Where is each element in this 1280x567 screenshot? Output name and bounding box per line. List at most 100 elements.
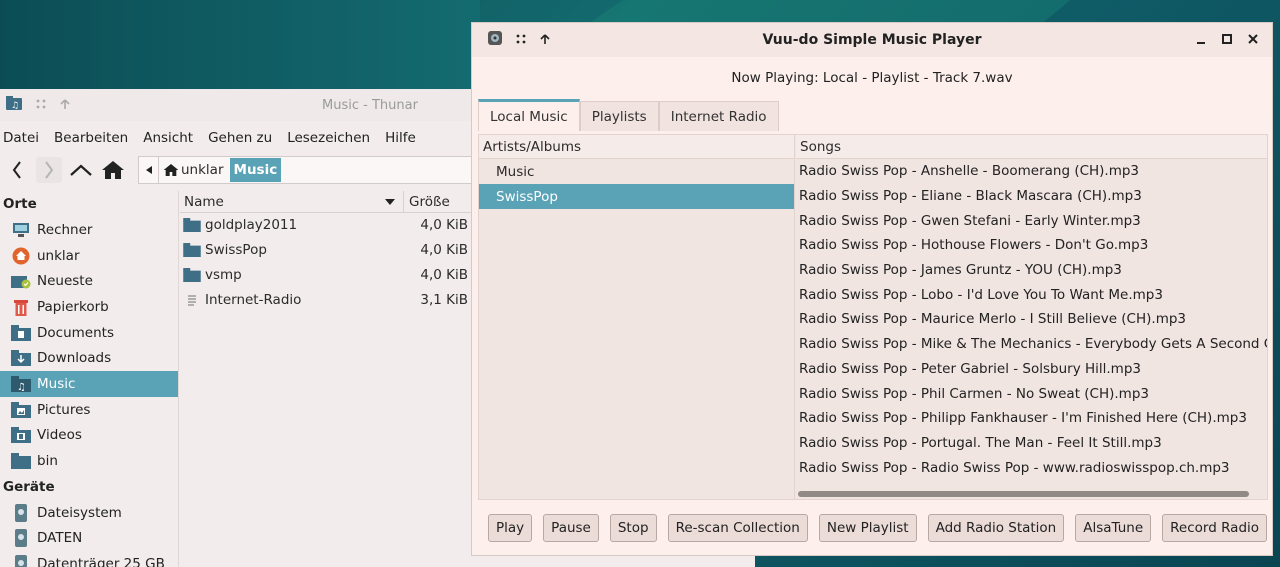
back-button[interactable] [4, 157, 30, 183]
videos-folder-icon [11, 426, 31, 444]
new-playlist-button[interactable]: New Playlist [818, 514, 917, 542]
sidebar-item-rechner[interactable]: Rechner [0, 217, 178, 243]
minimize-icon[interactable] [1196, 32, 1206, 48]
songs-header[interactable]: Songs [796, 135, 1267, 159]
song-row[interactable]: Radio Swiss Pop - Mike & The Mechanics -… [796, 332, 1267, 357]
sticky-icon[interactable] [36, 98, 46, 113]
thunar-window-title: Music - Thunar [322, 97, 418, 113]
play-button[interactable]: Play [488, 514, 533, 542]
keep-above-icon[interactable] [540, 33, 550, 48]
sidebar-item-dateisystem[interactable]: Dateisystem [0, 500, 178, 526]
close-icon[interactable] [1248, 32, 1258, 48]
song-row[interactable]: Radio Swiss Pop - Philipp Fankhauser - I… [796, 406, 1267, 431]
menu-datei[interactable]: Datei [3, 130, 39, 146]
sidebar-item-label: Datenträger 25 GB [37, 556, 165, 567]
sidebar-item-label: unklar [37, 247, 80, 264]
song-row[interactable]: Radio Swiss Pop - Phil Carmen - No Sweat… [796, 381, 1267, 406]
sidebar-item-papierkorb[interactable]: Papierkorb [0, 294, 178, 320]
parent-folder-button[interactable] [68, 157, 94, 183]
tab-internet-radio[interactable]: Internet Radio [658, 101, 779, 131]
sidebar-item-bin[interactable]: bin [0, 448, 178, 474]
sidebar-item-pictures[interactable]: Pictures [0, 397, 178, 423]
artists-albums-header[interactable]: Artists/Albums [479, 135, 794, 159]
add-radio-station-button[interactable]: Add Radio Station [927, 514, 1065, 542]
file-size: 4,0 KiB [420, 242, 468, 259]
maximize-icon[interactable] [1222, 32, 1232, 48]
menu-bearbeiten[interactable]: Bearbeiten [54, 130, 128, 146]
sticky-icon[interactable] [516, 33, 526, 48]
sidebar-header-places: Orte [3, 196, 37, 212]
file-row[interactable]: goldplay2011 4,0 KiB [180, 213, 471, 238]
stop-button[interactable]: Stop [609, 514, 657, 542]
thunar-sidebar: Orte Rechner unklar Neueste Papierkorb D… [0, 191, 179, 567]
music-folder-icon: ♫ [11, 375, 31, 393]
column-header-name[interactable]: Name [180, 191, 404, 212]
player-app-icon[interactable] [488, 31, 502, 49]
file-size: 4,0 KiB [420, 266, 468, 283]
rescan-collection-button[interactable]: Re-scan Collection [667, 514, 808, 542]
pause-button[interactable]: Pause [543, 514, 599, 542]
pathbar-scroll-left-button[interactable] [139, 157, 159, 183]
now-playing-label: Now Playing: Local - Playlist - Track 7.… [731, 70, 1013, 86]
file-name: Internet-Radio [205, 291, 302, 308]
menu-lesezeichen[interactable]: Lesezeichen [287, 130, 370, 146]
record-radio-button[interactable]: Record Radio [1162, 514, 1268, 542]
sidebar-item-downloads[interactable]: Downloads [0, 345, 178, 371]
svg-text:♫: ♫ [11, 101, 19, 110]
drive-icon [11, 529, 31, 548]
thunar-app-icon[interactable]: ♫ [6, 96, 22, 114]
window-controls [1196, 32, 1258, 48]
folder-icon [11, 452, 31, 470]
path-crumb-home[interactable]: unklar [159, 157, 228, 183]
sidebar-item-documents[interactable]: Documents [0, 320, 178, 346]
player-tabs: Local Music Playlists Internet Radio [472, 99, 1272, 131]
desktop-wallpaper-band [0, 0, 480, 90]
artist-row-swisspop[interactable]: SwissPop [479, 184, 794, 209]
forward-button[interactable] [36, 157, 62, 183]
sidebar-item-daten[interactable]: DATEN [0, 526, 178, 552]
file-name: goldplay2011 [205, 217, 298, 234]
songs-horizontal-scrollbar[interactable] [798, 491, 1249, 497]
menu-ansicht[interactable]: Ansicht [143, 130, 193, 146]
song-row[interactable]: Radio Swiss Pop - Lobo - I'd Love You To… [796, 282, 1267, 307]
file-list: Name Größe goldplay2011 4,0 KiB SwissPop… [180, 191, 471, 567]
song-row[interactable]: Radio Swiss Pop - Gwen Stefani - Early W… [796, 208, 1267, 233]
sidebar-item-label: Neueste [37, 273, 93, 290]
alsatune-button[interactable]: AlsaTune [1075, 514, 1152, 542]
song-row[interactable]: Radio Swiss Pop - Anshelle - Boomerang (… [796, 159, 1267, 184]
song-row[interactable]: Radio Swiss Pop - Eliane - Black Mascara… [796, 184, 1267, 209]
artist-row-music[interactable]: Music [479, 159, 794, 184]
home-button[interactable] [100, 157, 126, 183]
documents-folder-icon [11, 324, 31, 342]
sidebar-item-neueste[interactable]: Neueste [0, 268, 178, 294]
tab-local-music[interactable]: Local Music [478, 99, 580, 131]
song-row[interactable]: Radio Swiss Pop - Maurice Merlo - I Stil… [796, 307, 1267, 332]
file-row[interactable]: SwissPop 4,0 KiB [180, 238, 471, 263]
tab-playlists[interactable]: Playlists [579, 101, 659, 131]
song-row[interactable]: Radio Swiss Pop - Portugal. The Man - Fe… [796, 431, 1267, 456]
file-size: 3,1 KiB [420, 291, 468, 308]
sidebar-item-videos[interactable]: Videos [0, 423, 178, 449]
file-row[interactable]: Internet-Radio 3,1 KiB [180, 287, 471, 312]
song-row[interactable]: Radio Swiss Pop - James Gruntz - YOU (CH… [796, 258, 1267, 283]
sidebar-item-label: Documents [37, 324, 114, 341]
menu-gehen-zu[interactable]: Gehen zu [208, 130, 272, 146]
sidebar-item-label: Dateisystem [37, 504, 122, 521]
drive-icon [11, 503, 31, 522]
sidebar-item-music[interactable]: ♫ Music [0, 371, 178, 397]
sidebar-item-unklar[interactable]: unklar [0, 243, 178, 269]
file-row[interactable]: vsmp 4,0 KiB [180, 263, 471, 288]
computer-icon [11, 221, 31, 239]
keep-above-icon[interactable] [60, 98, 70, 113]
song-row[interactable]: Radio Swiss Pop - Peter Gabriel - Solsbu… [796, 357, 1267, 382]
path-crumb-music[interactable]: Music [229, 158, 282, 182]
menu-hilfe[interactable]: Hilfe [385, 130, 416, 146]
recent-icon [11, 272, 31, 290]
column-header-size[interactable]: Größe [404, 191, 471, 212]
sort-descending-icon [385, 198, 395, 205]
player-titlebar[interactable]: Vuu-do Simple Music Player [472, 23, 1272, 57]
sidebar-item-datentraeger[interactable]: Datenträger 25 GB [0, 551, 178, 567]
song-row[interactable]: Radio Swiss Pop - Radio Swiss Pop - www.… [796, 455, 1267, 480]
artists-albums-pane: Artists/Albums Music SwissPop [479, 135, 795, 499]
song-row[interactable]: Radio Swiss Pop - Hothouse Flowers - Don… [796, 233, 1267, 258]
